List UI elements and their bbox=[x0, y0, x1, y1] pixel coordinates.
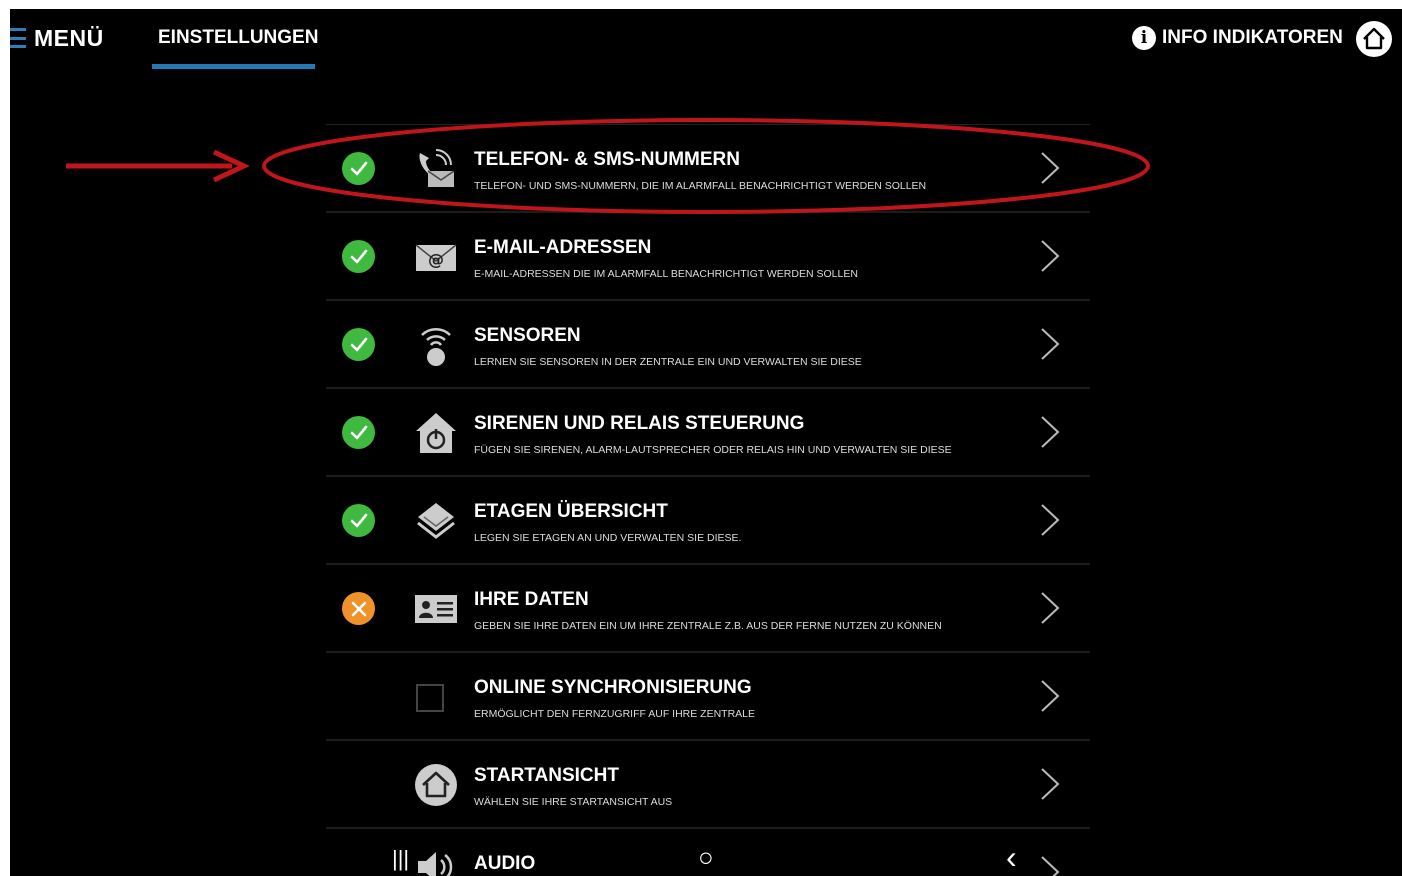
setting-subtitle: LEGEN SIE ETAGEN AN UND VERWALTEN SIE DI… bbox=[474, 532, 742, 544]
setting-subtitle: LERNEN SIE SENSOREN IN DER ZENTRALE EIN … bbox=[474, 356, 862, 368]
android-home-button[interactable]: ○ bbox=[698, 842, 714, 873]
audio-icon bbox=[414, 845, 458, 876]
chevron-right-icon bbox=[1041, 768, 1060, 800]
chevron-right-icon bbox=[1041, 240, 1060, 272]
setting-row-email[interactable]: @ E-MAIL-ADRESSEN E-MAIL-ADRESSEN DIE IM… bbox=[326, 213, 1090, 301]
setting-subtitle: WÄHLEN SIE IHRE STARTANSICHT AUS bbox=[474, 796, 673, 808]
setting-title: STARTANSICHT bbox=[474, 765, 619, 786]
info-icon: i bbox=[1132, 26, 1156, 50]
status-ok-icon bbox=[342, 152, 375, 185]
app-screen: MENÜ EINSTELLUNGEN i INFO INDIKATOREN TE… bbox=[10, 9, 1402, 876]
setting-row-online-sync[interactable]: ONLINE SYNCHRONISIERUNG ERMÖGLICHT DEN F… bbox=[326, 653, 1090, 741]
menu-label: MENÜ bbox=[34, 24, 104, 51]
setting-subtitle: FÜGEN SIE SIRENEN, ALARM-LAUTSPRECHER OD… bbox=[474, 444, 952, 456]
tab-einstellungen[interactable]: EINSTELLUNGEN bbox=[158, 27, 318, 49]
status-ok-icon bbox=[342, 240, 375, 273]
chevron-right-icon bbox=[1041, 592, 1060, 624]
info-label: INFO INDIKATOREN bbox=[1162, 27, 1343, 48]
setting-subtitle: TELEFON- UND SMS-NUMMERN, DIE IM ALARMFA… bbox=[474, 180, 927, 192]
chevron-right-icon bbox=[1041, 680, 1060, 712]
setting-row-sirenen-relais[interactable]: SIRENEN UND RELAIS STEUERUNG FÜGEN SIE S… bbox=[326, 389, 1090, 477]
home-button[interactable] bbox=[1356, 21, 1392, 57]
sensor-icon bbox=[414, 323, 458, 367]
back-button[interactable]: ‹ bbox=[1006, 839, 1017, 876]
menu-button[interactable]: MENÜ bbox=[10, 23, 104, 53]
home-icon bbox=[414, 763, 458, 807]
setting-subtitle: E-MAIL-ADRESSEN DIE IM ALARMFALL BENACHR… bbox=[474, 268, 858, 280]
settings-list: TELEFON- & SMS-NUMMERN TELEFON- UND SMS-… bbox=[326, 124, 1090, 876]
siren-power-icon bbox=[414, 411, 458, 455]
chevron-right-icon bbox=[1041, 328, 1060, 360]
svg-text:@: @ bbox=[428, 250, 444, 269]
id-card-icon bbox=[414, 587, 458, 631]
recents-button[interactable]: ||| bbox=[392, 846, 409, 872]
status-warning-icon bbox=[342, 592, 375, 625]
floors-icon bbox=[414, 499, 458, 543]
chevron-right-icon bbox=[1041, 504, 1060, 536]
info-indicators-button[interactable]: i INFO INDIKATOREN bbox=[1132, 26, 1343, 50]
tab-active-indicator bbox=[152, 64, 315, 69]
setting-row-sensoren[interactable]: SENSOREN LERNEN SIE SENSOREN IN DER ZENT… bbox=[326, 301, 1090, 389]
setting-title: ETAGEN ÜBERSICHT bbox=[474, 501, 668, 522]
setting-title: ONLINE SYNCHRONISIERUNG bbox=[474, 677, 752, 698]
setting-title: SIRENEN UND RELAIS STEUERUNG bbox=[474, 413, 805, 434]
setting-title: IHRE DATEN bbox=[474, 589, 589, 610]
status-ok-icon bbox=[342, 504, 375, 537]
setting-subtitle: GEBEN SIE IHRE DATEN EIN UM IHRE ZENTRAL… bbox=[474, 620, 942, 632]
setting-subtitle: ERMÖGLICHT DEN FERNZUGRIFF AUF IHRE ZENT… bbox=[474, 708, 755, 720]
setting-row-etagen[interactable]: ETAGEN ÜBERSICHT LEGEN SIE ETAGEN AN UND… bbox=[326, 477, 1090, 565]
hamburger-icon bbox=[10, 28, 26, 48]
home-icon bbox=[1363, 27, 1385, 50]
chevron-right-icon bbox=[1041, 856, 1060, 876]
sync-checkbox[interactable] bbox=[416, 684, 444, 712]
setting-title: AUDIO bbox=[474, 853, 536, 874]
status-ok-icon bbox=[342, 416, 375, 449]
setting-title: SENSOREN bbox=[474, 325, 581, 346]
phone-sms-icon bbox=[414, 147, 458, 191]
setting-row-telefon-sms[interactable]: TELEFON- & SMS-NUMMERN TELEFON- UND SMS-… bbox=[326, 125, 1090, 213]
setting-title: TELEFON- & SMS-NUMMERN bbox=[474, 149, 740, 170]
email-icon: @ bbox=[414, 235, 458, 279]
chevron-right-icon bbox=[1041, 416, 1060, 448]
status-ok-icon bbox=[342, 328, 375, 361]
setting-title: E-MAIL-ADRESSEN bbox=[474, 237, 652, 258]
setting-row-startansicht[interactable]: STARTANSICHT WÄHLEN SIE IHRE STARTANSICH… bbox=[326, 741, 1090, 829]
setting-row-ihre-daten[interactable]: IHRE DATEN GEBEN SIE IHRE DATEN EIN UM I… bbox=[326, 565, 1090, 653]
chevron-right-icon bbox=[1041, 152, 1060, 184]
